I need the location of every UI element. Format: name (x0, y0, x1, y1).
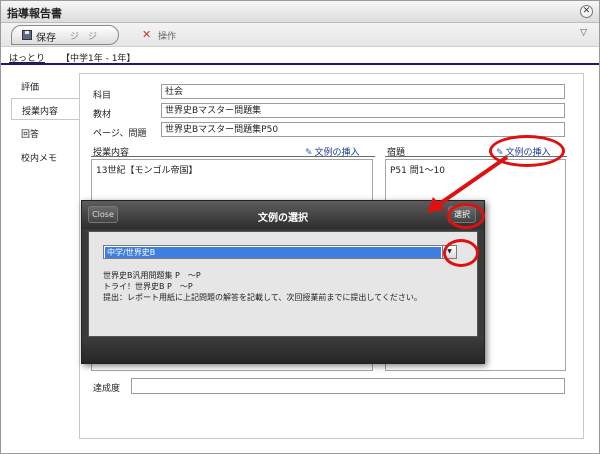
lesson-divider (91, 156, 375, 157)
sidebar-item-evaluation[interactable]: 評価 (11, 75, 79, 97)
sidebar-item-label: 授業内容 (22, 107, 59, 117)
sidebar-item-answer[interactable]: 回答 (11, 122, 79, 144)
undo-button[interactable]: ジ (70, 29, 79, 42)
highlight-dropdown-oval (443, 239, 479, 267)
floppy-disk-icon (22, 30, 32, 40)
achievement-label: 達成度 (93, 384, 121, 394)
phrase-line: 提出：レポート用紙に上記問題の解答を記載して、次回授業前までに提出してください。 (103, 293, 422, 302)
selected-category: 中学/世界史B (105, 247, 441, 258)
report-window: 指導報告書 ✕ 保存 ジ ジ ✕ 操作 ▽ はっとり 【中学1年 - 1年】 評… (0, 0, 600, 454)
sidebar-item-label: 評価 (21, 83, 40, 93)
window-title: 指導報告書 (7, 7, 62, 20)
tools-label: 操作 (158, 32, 177, 42)
sidebar-item-lesson[interactable]: 授業内容 (11, 98, 81, 120)
class-label: 【中学1年 - 1年】 (61, 54, 136, 64)
dialog-footer (82, 339, 484, 363)
phrase-select-dialog: Close 文例の選択 選択 中学/世界史B ▼ 世界史B汎用問題集 P ～P … (81, 200, 485, 364)
save-button[interactable]: 保存 ジ ジ (11, 25, 119, 45)
phrase-line: 世界史B汎用問題集 P ～P (103, 271, 201, 280)
chevron-down-icon[interactable]: ▽ (580, 28, 587, 38)
material-label: 教材 (93, 110, 112, 120)
material-field[interactable]: 世界史Bマスター問題集 (161, 103, 565, 118)
sidebar-item-label: 校内メモ (21, 154, 58, 164)
page-label: ページ、問題 (93, 129, 147, 139)
sidebar-item-label: 回答 (21, 130, 40, 140)
save-label: 保存 (36, 33, 56, 44)
phrase-line: トライ！世界史B P ～P (103, 282, 193, 291)
phrase-category-select[interactable]: 中学/世界史B ▼ (103, 245, 457, 259)
wrench-icon: ✕ (142, 28, 152, 41)
student-name-link[interactable]: はっとり (9, 51, 45, 64)
sidebar-item-memo[interactable]: 校内メモ (11, 146, 79, 168)
student-header: はっとり 【中学1年 - 1年】 (1, 47, 599, 65)
toolbar: 保存 ジ ジ ✕ 操作 ▽ (1, 23, 599, 47)
title-bar: 指導報告書 ✕ (1, 1, 599, 23)
dialog-body: 中学/世界史B ▼ 世界史B汎用問題集 P ～P トライ！世界史B P ～P 提… (88, 231, 478, 337)
subject-label: 科目 (93, 91, 112, 101)
achievement-field[interactable] (131, 378, 565, 394)
subject-field[interactable]: 社会 (161, 84, 565, 99)
page-field[interactable]: 世界史Bマスター問題集P50 (161, 122, 565, 137)
red-arrow-icon (427, 155, 509, 213)
redo-button[interactable]: ジ (88, 29, 97, 42)
close-icon[interactable]: ✕ (580, 5, 593, 18)
